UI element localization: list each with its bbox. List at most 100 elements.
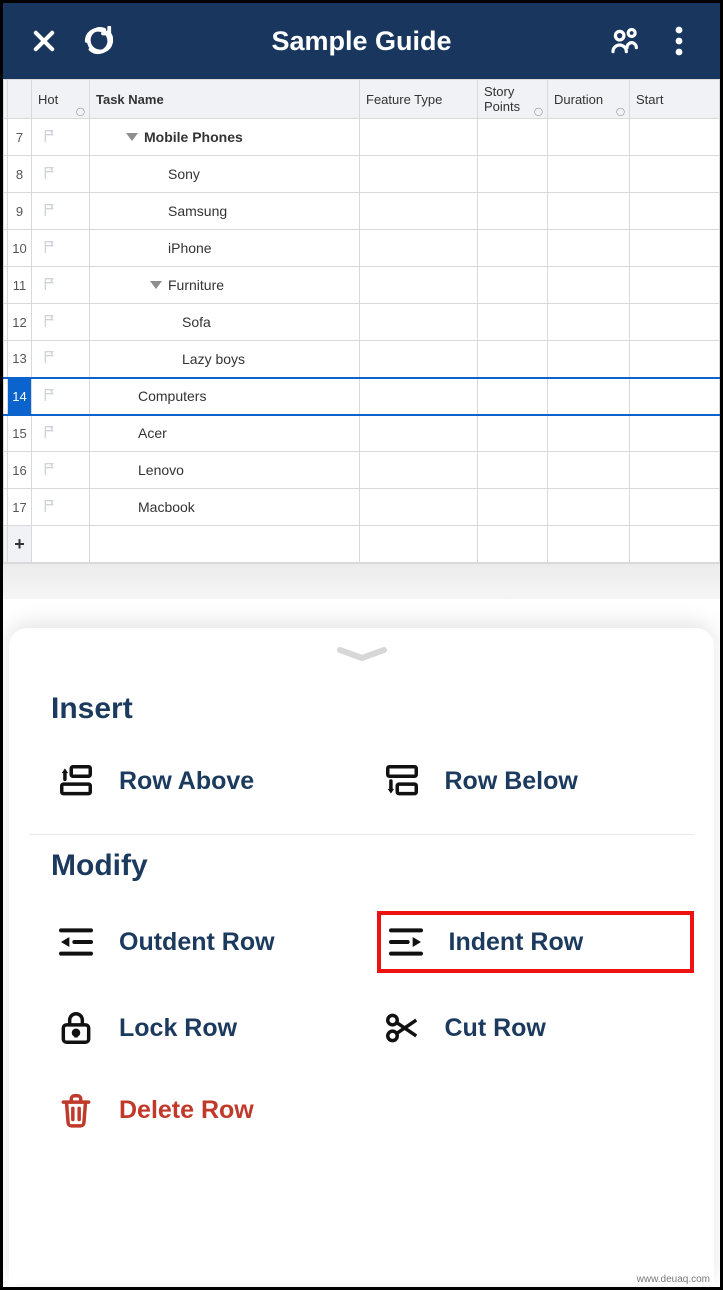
story-points-cell[interactable] bbox=[478, 193, 548, 230]
flag-icon[interactable] bbox=[42, 461, 58, 477]
table-row[interactable]: 11Furniture bbox=[4, 267, 720, 304]
flag-icon[interactable] bbox=[42, 239, 58, 255]
flag-icon[interactable] bbox=[42, 387, 58, 403]
hot-cell[interactable] bbox=[32, 489, 90, 526]
story-points-cell[interactable] bbox=[478, 267, 548, 304]
feature-type-cell[interactable] bbox=[360, 230, 478, 267]
col-header-hot[interactable]: Hot◯ bbox=[32, 80, 90, 119]
start-cell[interactable] bbox=[630, 193, 720, 230]
row-number[interactable]: 12 bbox=[8, 304, 32, 341]
col-header-duration[interactable]: Duration◯ bbox=[548, 80, 630, 119]
col-header-task[interactable]: Task Name bbox=[90, 80, 360, 119]
duration-cell[interactable] bbox=[548, 341, 630, 378]
hot-cell[interactable] bbox=[32, 119, 90, 156]
start-cell[interactable] bbox=[630, 230, 720, 267]
feature-type-cell[interactable] bbox=[360, 415, 478, 452]
task-name-cell[interactable]: Lenovo bbox=[90, 452, 360, 489]
task-name-cell[interactable]: Mobile Phones bbox=[90, 119, 360, 156]
task-name-cell[interactable]: Computers bbox=[90, 378, 360, 415]
start-cell[interactable] bbox=[630, 304, 720, 341]
flag-icon[interactable] bbox=[42, 349, 58, 365]
feature-type-cell[interactable] bbox=[360, 452, 478, 489]
duration-cell[interactable] bbox=[548, 119, 630, 156]
table-row[interactable]: 8 Sony bbox=[4, 156, 720, 193]
action-row-below[interactable]: Row Below bbox=[377, 754, 695, 808]
duration-cell[interactable] bbox=[548, 304, 630, 341]
story-points-cell[interactable] bbox=[478, 341, 548, 378]
story-points-cell[interactable] bbox=[478, 230, 548, 267]
flag-icon[interactable] bbox=[42, 498, 58, 514]
row-number[interactable]: 8 bbox=[8, 156, 32, 193]
row-number[interactable]: 14 bbox=[8, 378, 32, 415]
hot-cell[interactable] bbox=[32, 267, 90, 304]
story-points-cell[interactable] bbox=[478, 415, 548, 452]
row-number[interactable]: 16 bbox=[8, 452, 32, 489]
duration-cell[interactable] bbox=[548, 378, 630, 415]
hot-cell[interactable] bbox=[32, 341, 90, 378]
caret-icon[interactable] bbox=[126, 133, 138, 141]
start-cell[interactable] bbox=[630, 489, 720, 526]
story-points-cell[interactable] bbox=[478, 489, 548, 526]
task-name-cell[interactable]: Sony bbox=[90, 156, 360, 193]
row-number[interactable]: 17 bbox=[8, 489, 32, 526]
action-delete-row[interactable]: Delete Row bbox=[51, 1083, 369, 1137]
action-row-above[interactable]: Row Above bbox=[51, 754, 369, 808]
duration-cell[interactable] bbox=[548, 489, 630, 526]
flag-icon[interactable] bbox=[42, 313, 58, 329]
table-row[interactable]: 9Samsung bbox=[4, 193, 720, 230]
hot-cell[interactable] bbox=[32, 156, 90, 193]
task-name-cell[interactable]: Lazy boys bbox=[90, 341, 360, 378]
table-row[interactable]: 13 Lazy boys bbox=[4, 341, 720, 378]
start-cell[interactable] bbox=[630, 378, 720, 415]
row-number[interactable]: 9 bbox=[8, 193, 32, 230]
duration-cell[interactable] bbox=[548, 156, 630, 193]
action-cut-row[interactable]: Cut Row bbox=[377, 1001, 695, 1055]
flag-icon[interactable] bbox=[42, 276, 58, 292]
task-name-cell[interactable]: iPhone bbox=[90, 230, 360, 267]
story-points-cell[interactable] bbox=[478, 304, 548, 341]
row-number[interactable]: 10 bbox=[8, 230, 32, 267]
task-name-cell[interactable]: Acer bbox=[90, 415, 360, 452]
table-row[interactable]: 12 Sofa bbox=[4, 304, 720, 341]
feature-type-cell[interactable] bbox=[360, 119, 478, 156]
table-row[interactable]: 7 Mobile Phones bbox=[4, 119, 720, 156]
flag-icon[interactable] bbox=[42, 128, 58, 144]
duration-cell[interactable] bbox=[548, 267, 630, 304]
col-header-feature-type[interactable]: Feature Type bbox=[360, 80, 478, 119]
table-row[interactable]: 14 Computers bbox=[4, 378, 720, 415]
add-row[interactable]: + bbox=[4, 526, 720, 563]
row-number[interactable]: 11 bbox=[8, 267, 32, 304]
table-row[interactable]: 17 Macbook bbox=[4, 489, 720, 526]
row-number[interactable]: 7 bbox=[8, 119, 32, 156]
table-row[interactable]: 16 Lenovo bbox=[4, 452, 720, 489]
start-cell[interactable] bbox=[630, 119, 720, 156]
duration-cell[interactable] bbox=[548, 193, 630, 230]
col-header-start[interactable]: Start bbox=[630, 80, 720, 119]
feature-type-cell[interactable] bbox=[360, 378, 478, 415]
duration-cell[interactable] bbox=[548, 452, 630, 489]
close-button[interactable] bbox=[17, 14, 71, 68]
action-indent-row[interactable]: Indent Row bbox=[377, 911, 695, 973]
feature-type-cell[interactable] bbox=[360, 267, 478, 304]
duration-cell[interactable] bbox=[548, 230, 630, 267]
col-header-story-points[interactable]: Story Points◯ bbox=[478, 80, 548, 119]
row-number[interactable]: 13 bbox=[8, 341, 32, 378]
feature-type-cell[interactable] bbox=[360, 489, 478, 526]
hot-cell[interactable] bbox=[32, 304, 90, 341]
feature-type-cell[interactable] bbox=[360, 304, 478, 341]
start-cell[interactable] bbox=[630, 156, 720, 193]
story-points-cell[interactable] bbox=[478, 378, 548, 415]
hot-cell[interactable] bbox=[32, 193, 90, 230]
more-menu-button[interactable] bbox=[652, 14, 706, 68]
start-cell[interactable] bbox=[630, 452, 720, 489]
action-outdent-row[interactable]: Outdent Row bbox=[51, 911, 369, 973]
hot-cell[interactable] bbox=[32, 452, 90, 489]
duration-cell[interactable] bbox=[548, 415, 630, 452]
task-name-cell[interactable]: Macbook bbox=[90, 489, 360, 526]
task-name-cell[interactable]: Sofa bbox=[90, 304, 360, 341]
flag-icon[interactable] bbox=[42, 202, 58, 218]
story-points-cell[interactable] bbox=[478, 452, 548, 489]
sheet-drag-handle[interactable] bbox=[332, 646, 392, 660]
add-row-icon[interactable]: + bbox=[8, 526, 32, 563]
feature-type-cell[interactable] bbox=[360, 193, 478, 230]
